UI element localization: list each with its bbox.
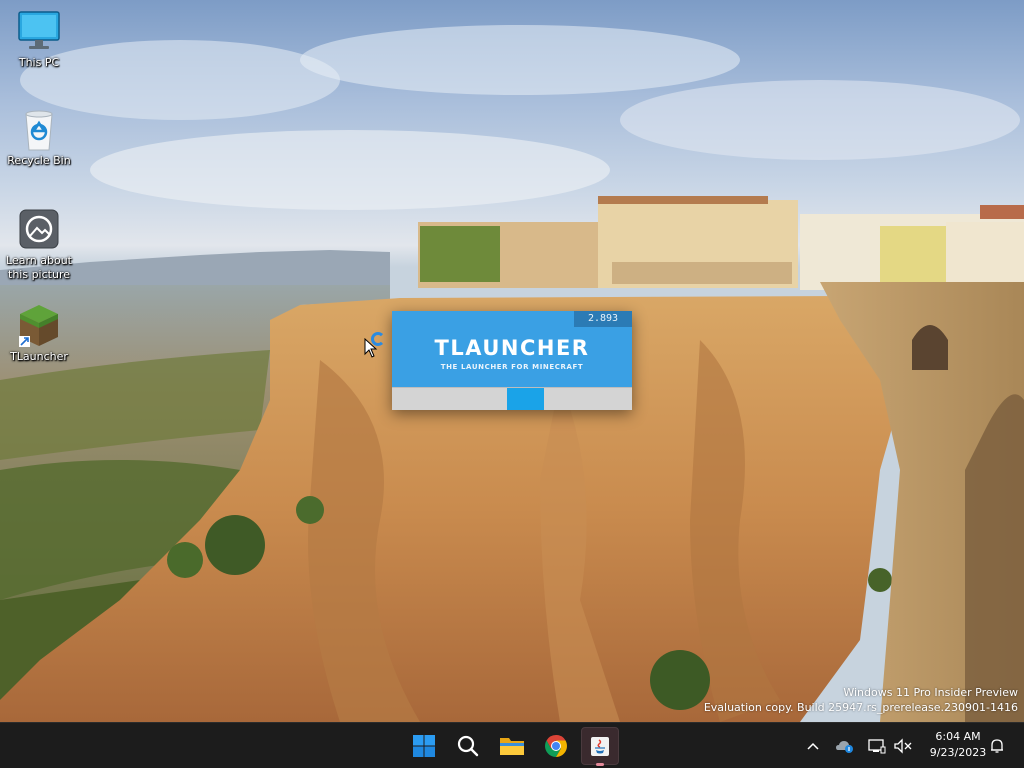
windows-watermark: Windows 11 Pro Insider Preview Evaluatio… — [704, 685, 1018, 715]
camera-icon — [16, 206, 62, 252]
tlauncher-label: TLauncher — [10, 350, 68, 363]
notifications-button[interactable] — [986, 735, 1008, 757]
watermark-build: Evaluation copy. Build 25947.rs_prerelea… — [703, 701, 1018, 714]
onedrive-icon — [836, 741, 853, 753]
search-icon — [457, 735, 479, 757]
clock-time: 6:04 AM — [935, 730, 981, 743]
learn-about-picture-shortcut[interactable]: Learn about this picture — [4, 200, 74, 288]
splash-progress-bar — [392, 387, 632, 410]
recycle-bin-shortcut[interactable]: Recycle Bin — [4, 100, 74, 180]
start-button[interactable] — [405, 727, 443, 765]
grass-block-icon — [16, 302, 62, 348]
this-pc-shortcut[interactable]: This PC — [4, 2, 74, 82]
java-button[interactable] — [581, 727, 619, 765]
this-pc-label: This PC — [18, 56, 60, 69]
java-icon — [591, 737, 609, 756]
splash-title: TLAUNCHER — [434, 336, 590, 360]
clock[interactable]: 6:04 AM 9/23/2023 — [920, 729, 996, 761]
tlauncher-splash-window[interactable]: 2.893 TLAUNCHER THE LAUNCHER FOR MINECRA… — [392, 311, 632, 410]
bell-icon — [991, 739, 1003, 753]
taskbar: 6:04 AM 9/23/2023 — [0, 722, 1024, 768]
folder-icon — [500, 738, 524, 755]
volume-muted-icon — [894, 738, 912, 754]
monitor-icon — [16, 8, 62, 54]
windows-start-icon — [413, 735, 435, 757]
chrome-icon — [545, 735, 567, 757]
network-icon — [868, 739, 886, 754]
splash-progress-indicator — [507, 388, 544, 410]
file-explorer-button[interactable] — [493, 727, 531, 765]
recycle-bin-icon — [16, 106, 62, 152]
clock-date: 9/23/2023 — [929, 746, 987, 759]
watermark-edition: Windows 11 Pro Insider Preview — [843, 686, 1018, 699]
splash-header: 2.893 TLAUNCHER THE LAUNCHER FOR MINECRA… — [392, 311, 632, 387]
network-tray-button[interactable] — [866, 735, 888, 757]
splash-version-badge: 2.893 — [574, 311, 632, 327]
java-running-indicator — [596, 763, 604, 766]
tlauncher-shortcut[interactable]: TLauncher — [4, 296, 74, 376]
onedrive-tray-button[interactable] — [834, 735, 856, 757]
desktop: This PC Recycle Bin Learn about this pic… — [0, 0, 1024, 722]
volume-tray-button[interactable] — [892, 735, 914, 757]
chrome-button[interactable] — [537, 727, 575, 765]
show-hidden-icons-button[interactable] — [802, 735, 824, 757]
chevron-up-icon — [807, 742, 819, 750]
search-button[interactable] — [449, 727, 487, 765]
learn-about-picture-label: Learn about this picture — [6, 254, 72, 281]
recycle-bin-label: Recycle Bin — [7, 154, 71, 167]
splash-subtitle: THE LAUNCHER FOR MINECRAFT — [440, 363, 584, 371]
mouse-cursor-icon — [364, 338, 378, 358]
